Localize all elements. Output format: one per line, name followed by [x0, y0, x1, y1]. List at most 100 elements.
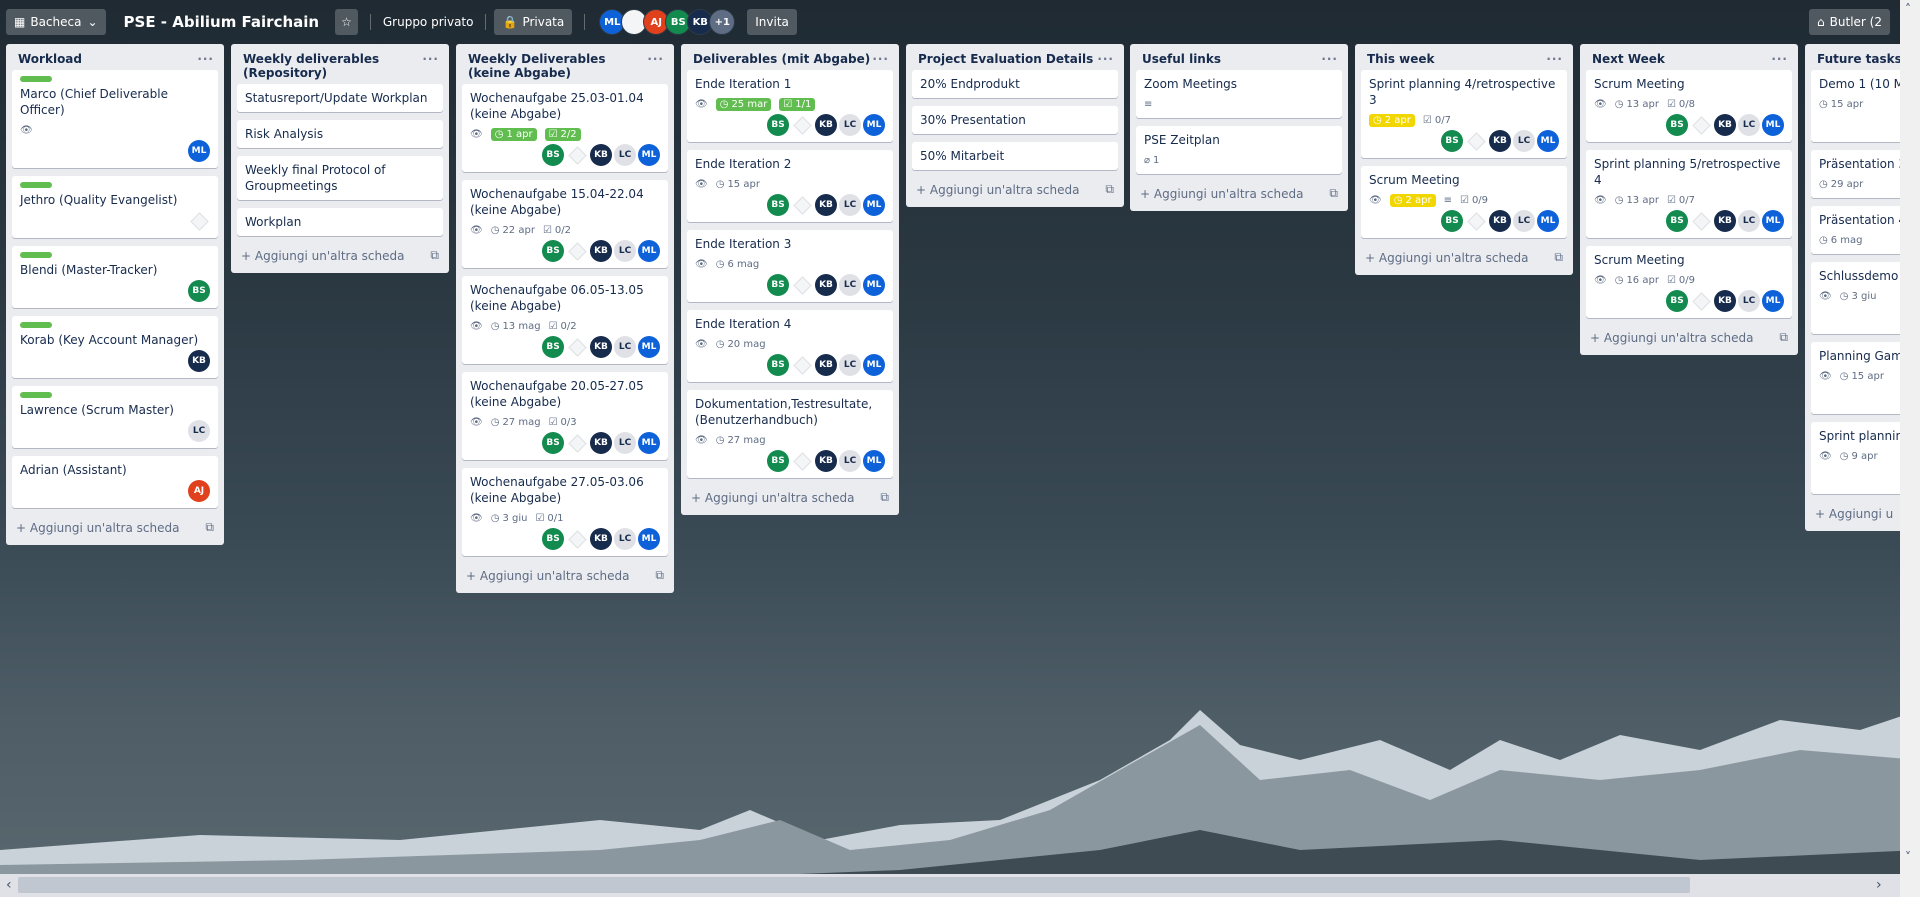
member-avatar[interactable]: BS: [767, 274, 789, 296]
butler-button[interactable]: ⌂ Butler (2: [1809, 9, 1890, 35]
more-icon[interactable]: ···: [1771, 52, 1788, 66]
member-avatar[interactable]: KB: [815, 354, 837, 376]
scroll-up-icon[interactable]: ˄: [1905, 2, 1911, 16]
member-avatar[interactable]: [566, 528, 588, 550]
member-avatar[interactable]: KB: [1714, 114, 1736, 136]
member-avatar[interactable]: BS: [542, 528, 564, 550]
template-icon[interactable]: ⧉: [1329, 186, 1338, 201]
card[interactable]: Dokumentation,Testresultate,(Benutzerhan…: [687, 390, 893, 478]
member-avatar[interactable]: LC: [1513, 130, 1535, 152]
member-avatar[interactable]: LC: [614, 240, 636, 262]
member-avatar[interactable]: ML: [863, 194, 885, 216]
member-avatar[interactable]: BS: [1441, 130, 1463, 152]
add-card-button[interactable]: + Aggiungi un'altra scheda ⧉: [906, 178, 1124, 201]
member-avatar[interactable]: LC: [1738, 210, 1760, 232]
member-avatar[interactable]: ML: [1762, 210, 1784, 232]
member-avatar[interactable]: LC: [1738, 290, 1760, 312]
member-avatar[interactable]: BS: [542, 336, 564, 358]
card[interactable]: Adrian (Assistant) AJ: [12, 456, 218, 508]
member-avatar[interactable]: [188, 210, 210, 232]
member-avatar[interactable]: ML: [638, 528, 660, 550]
member-avatar[interactable]: KB: [1489, 210, 1511, 232]
member-avatar[interactable]: LC: [614, 336, 636, 358]
member-avatar[interactable]: ML: [638, 432, 660, 454]
card[interactable]: Wochenaufgabe 20.05-27.05 (keine Abgabe)…: [462, 372, 668, 460]
member-avatar[interactable]: BS: [767, 450, 789, 472]
template-icon[interactable]: ⧉: [1779, 330, 1788, 345]
member-avatar[interactable]: ML: [1762, 114, 1784, 136]
card[interactable]: Scrum Meeting 👁 ◷ 13 apr ☑ 0/8 BS KB LC ML: [1586, 70, 1792, 142]
member-avatar[interactable]: KB: [590, 144, 612, 166]
visibility-button[interactable]: 🔒 Privata: [494, 9, 573, 35]
template-icon[interactable]: ⧉: [1554, 250, 1563, 265]
card[interactable]: Scrum Meeting 👁 ◷ 16 apr ☑ 0/9 BS KB LC ML: [1586, 246, 1792, 318]
template-icon[interactable]: ⧉: [880, 490, 889, 505]
card[interactable]: Ende Iteration 4 👁 ◷ 20 mag BS KB LC ML: [687, 310, 893, 382]
card-label[interactable]: [20, 322, 52, 328]
list-title[interactable]: Weekly Deliverables (keine Abgabe): [468, 52, 647, 80]
member-avatar[interactable]: BS: [767, 194, 789, 216]
card[interactable]: Zoom Meetings ≡: [1136, 70, 1342, 118]
member-avatar[interactable]: [791, 354, 813, 376]
card-label[interactable]: [20, 392, 52, 398]
member-avatar[interactable]: AJ: [188, 480, 210, 502]
card[interactable]: Sprint planning 5/retrospective 4 👁 ◷ 13 ap…: [1586, 150, 1792, 238]
member-avatar[interactable]: KB: [1714, 290, 1736, 312]
card[interactable]: Jethro (Quality Evangelist): [12, 176, 218, 238]
member-avatar[interactable]: BS: [767, 114, 789, 136]
member-avatar[interactable]: [566, 432, 588, 454]
list-title[interactable]: Useful links: [1142, 52, 1221, 66]
member-avatar[interactable]: KB: [188, 350, 210, 372]
more-icon[interactable]: ···: [1546, 52, 1563, 66]
member-avatar[interactable]: BS: [1666, 114, 1688, 136]
member-avatar[interactable]: LC: [839, 194, 861, 216]
member-avatar[interactable]: [1690, 290, 1712, 312]
member-avatar[interactable]: ML: [638, 336, 660, 358]
add-card-button[interactable]: + Aggiungi un'altra scheda ⧉: [456, 564, 674, 587]
template-icon[interactable]: ⧉: [1105, 182, 1114, 197]
card[interactable]: 30% Presentation: [912, 106, 1118, 134]
card-label[interactable]: [20, 252, 52, 258]
member-avatar[interactable]: [791, 450, 813, 472]
member-avatar[interactable]: [1465, 210, 1487, 232]
member-avatar[interactable]: [566, 336, 588, 358]
template-icon[interactable]: ⧉: [430, 248, 439, 263]
member-avatar[interactable]: LC: [1513, 210, 1535, 232]
member-avatar[interactable]: ML: [188, 140, 210, 162]
member-avatar[interactable]: LC: [839, 450, 861, 472]
member-avatar[interactable]: [566, 144, 588, 166]
more-icon[interactable]: ···: [1097, 52, 1114, 66]
member-avatar[interactable]: BS: [767, 354, 789, 376]
member-avatar[interactable]: BS: [542, 240, 564, 262]
member-avatar[interactable]: ML: [1762, 290, 1784, 312]
member-avatar[interactable]: [1690, 210, 1712, 232]
member-avatar[interactable]: BS: [1666, 290, 1688, 312]
member-avatar[interactable]: [791, 114, 813, 136]
template-icon[interactable]: ⧉: [205, 520, 214, 535]
member-avatar[interactable]: ML: [638, 240, 660, 262]
member-avatar[interactable]: ML: [1537, 210, 1559, 232]
member-avatar[interactable]: ML: [1537, 130, 1559, 152]
member-avatar[interactable]: ML: [863, 450, 885, 472]
card[interactable]: Korab (Key Account Manager) KB: [12, 316, 218, 378]
board-menu-button[interactable]: ▦ Bacheca ⌄: [6, 9, 106, 35]
member-avatar[interactable]: BS: [188, 280, 210, 302]
member-avatar[interactable]: LC: [614, 432, 636, 454]
card[interactable]: Wochenaufgabe 27.05-03.06 (keine Abgabe)…: [462, 468, 668, 556]
more-icon[interactable]: ···: [197, 52, 214, 66]
team-button[interactable]: Gruppo privato: [383, 15, 474, 29]
list-title[interactable]: Project Evaluation Details: [918, 52, 1093, 66]
card[interactable]: Scrum Meeting 👁 ◷ 2 apr ≡ ☑ 0/9 BS KB LC ML: [1361, 166, 1567, 238]
member-avatar[interactable]: [1690, 114, 1712, 136]
member-avatar[interactable]: LC: [188, 420, 210, 442]
horizontal-scrollbar[interactable]: ‹ ›: [0, 874, 1900, 897]
card[interactable]: Wochenaufgabe 25.03-01.04 (keine Abgabe)…: [462, 84, 668, 172]
add-card-button[interactable]: + Aggiungi un'altra scheda ⧉: [1355, 246, 1573, 269]
card[interactable]: Statusreport/Update Workplan: [237, 84, 443, 112]
more-icon[interactable]: ···: [872, 52, 889, 66]
member-avatar[interactable]: LC: [614, 144, 636, 166]
scroll-right-icon[interactable]: ›: [1876, 877, 1882, 893]
member-avatar[interactable]: KB: [815, 114, 837, 136]
member-avatar[interactable]: LC: [839, 354, 861, 376]
card[interactable]: Blendi (Master-Tracker) BS: [12, 246, 218, 308]
